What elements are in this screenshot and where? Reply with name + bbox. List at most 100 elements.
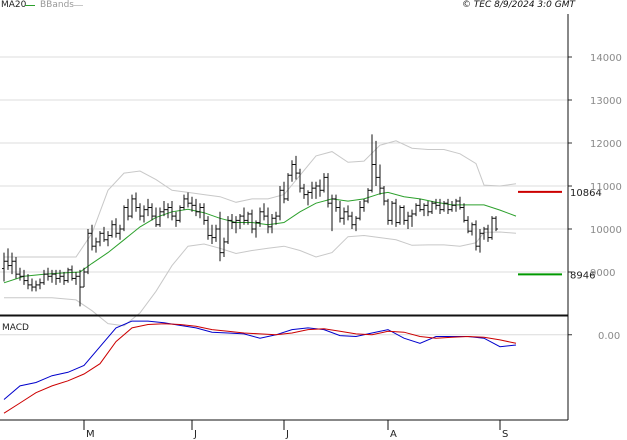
ohlc-bar	[150, 203, 154, 221]
ohlc-bar	[486, 224, 490, 242]
x-axis-tick-label: M	[86, 429, 95, 440]
ohlc-bar	[66, 267, 70, 283]
ohlc-bar	[222, 237, 226, 257]
price-gridlines	[0, 56, 568, 273]
ohlc-bar	[30, 278, 34, 292]
bband-lower-line	[4, 231, 517, 327]
ohlc-bar	[174, 211, 178, 227]
ohlc-bar	[314, 181, 318, 199]
price-y-tick-label: 12000	[590, 139, 622, 150]
ohlc-bar	[38, 278, 42, 290]
ohlc-bar	[234, 216, 238, 234]
ohlc-bar	[478, 229, 482, 253]
ohlc-bar	[250, 209, 254, 234]
ma20-line	[3, 191, 517, 284]
ohlc-bar	[490, 216, 494, 240]
ohlc-bar	[398, 205, 402, 225]
ohlc-bar	[14, 256, 18, 279]
price-y-tick-label: 13000	[590, 96, 622, 107]
ohlc-bar	[466, 216, 470, 234]
ohlc-bar	[186, 192, 190, 208]
ohlc-bar	[438, 198, 442, 214]
ohlc-bar	[326, 173, 330, 208]
ohlc-bar	[198, 203, 202, 219]
ma20-layer	[3, 191, 517, 284]
macd-series-line	[3, 320, 517, 400]
ohlc-bar	[338, 201, 342, 223]
ohlc-bar	[446, 198, 450, 214]
x-axis: MJJAS	[83, 420, 508, 440]
ohlc-bar	[10, 252, 14, 275]
price-y-tick-label: 10000	[590, 225, 622, 236]
ohlc-bar	[70, 265, 74, 281]
ohlc-bar	[138, 203, 142, 221]
ohlc-bar	[18, 267, 22, 281]
bollinger-bands	[4, 140, 517, 327]
ohlc-bar	[366, 188, 370, 204]
price-y-tick-label: 14000	[590, 53, 622, 64]
ohlc-bar	[118, 224, 122, 240]
ohlc-bar	[206, 216, 210, 240]
ohlc-bar	[210, 224, 214, 245]
ohlc-bar	[462, 203, 466, 223]
ohlc-bar	[406, 211, 410, 229]
chart-frame	[0, 14, 569, 421]
x-axis-tick-label: J	[285, 429, 289, 440]
ohlc-bar	[286, 173, 290, 202]
ohlc-bar	[114, 218, 118, 238]
ohlc-bar	[350, 211, 354, 229]
ohlc-bar	[358, 201, 362, 221]
ohlc-bar	[394, 198, 398, 227]
ohlc-bar	[122, 205, 126, 232]
ohlc-bar	[450, 201, 454, 212]
ohlc-bar	[318, 179, 322, 197]
ohlc-bar	[290, 160, 294, 182]
x-axis-tick-label: J	[193, 429, 197, 440]
ohlc-bar	[146, 198, 150, 217]
ohlc-bar	[458, 196, 462, 210]
ohlc-bar	[346, 205, 350, 221]
ohlc-bar	[94, 237, 98, 253]
ohlc-bar	[74, 272, 78, 285]
ohlc-bar	[238, 213, 242, 229]
ohlc-bar	[442, 201, 446, 212]
ohlc-bar	[214, 224, 218, 242]
ohlc-bar	[422, 203, 426, 217]
ohlc-bar	[62, 272, 66, 285]
macd-series-line	[3, 323, 517, 414]
ohlc-bar	[434, 198, 438, 210]
ohlc-bar	[418, 198, 422, 212]
ohlc-bar	[262, 203, 266, 221]
ohlc-bar	[34, 280, 38, 292]
ohlc-bar	[130, 194, 134, 219]
price-y-tick-label: 11000	[590, 182, 622, 193]
x-axis-tick-label: S	[502, 429, 508, 440]
ohlc-bar	[322, 173, 326, 193]
ohlc-bar	[182, 194, 186, 210]
ohlc-bar	[402, 205, 406, 225]
ohlc-bar	[6, 248, 10, 270]
ohlc-bar	[410, 209, 414, 227]
ohlc-bar	[202, 203, 206, 225]
ohlc-bar	[426, 201, 430, 217]
ohlc-bar	[106, 231, 110, 247]
macd-panel-title: MACD	[2, 323, 29, 333]
ohlc-bar	[382, 186, 386, 206]
ohlc-bar	[134, 192, 138, 212]
ohlc-bar	[142, 205, 146, 223]
price-y-axis-ticks: 9000 10000 11000 12000 13000 14000	[568, 53, 622, 279]
ohlc-bar	[414, 203, 418, 217]
ohlc-bar	[218, 211, 222, 262]
ohlc-bar	[166, 203, 170, 219]
ohlc-bar	[474, 220, 478, 251]
ohlc-bar	[330, 194, 334, 232]
ohlc-bar	[310, 181, 314, 199]
ohlc-bar	[306, 190, 310, 206]
price-chart: 108648946 90001000011000120001300014000 …	[0, 14, 626, 440]
ohlc-bar	[78, 269, 82, 307]
price-y-tick-label: 9000	[590, 268, 615, 279]
ohlc-bar	[294, 155, 298, 180]
ohlc-bar	[126, 198, 130, 221]
ohlc-bar	[298, 168, 302, 193]
ohlc-bar	[278, 186, 282, 221]
